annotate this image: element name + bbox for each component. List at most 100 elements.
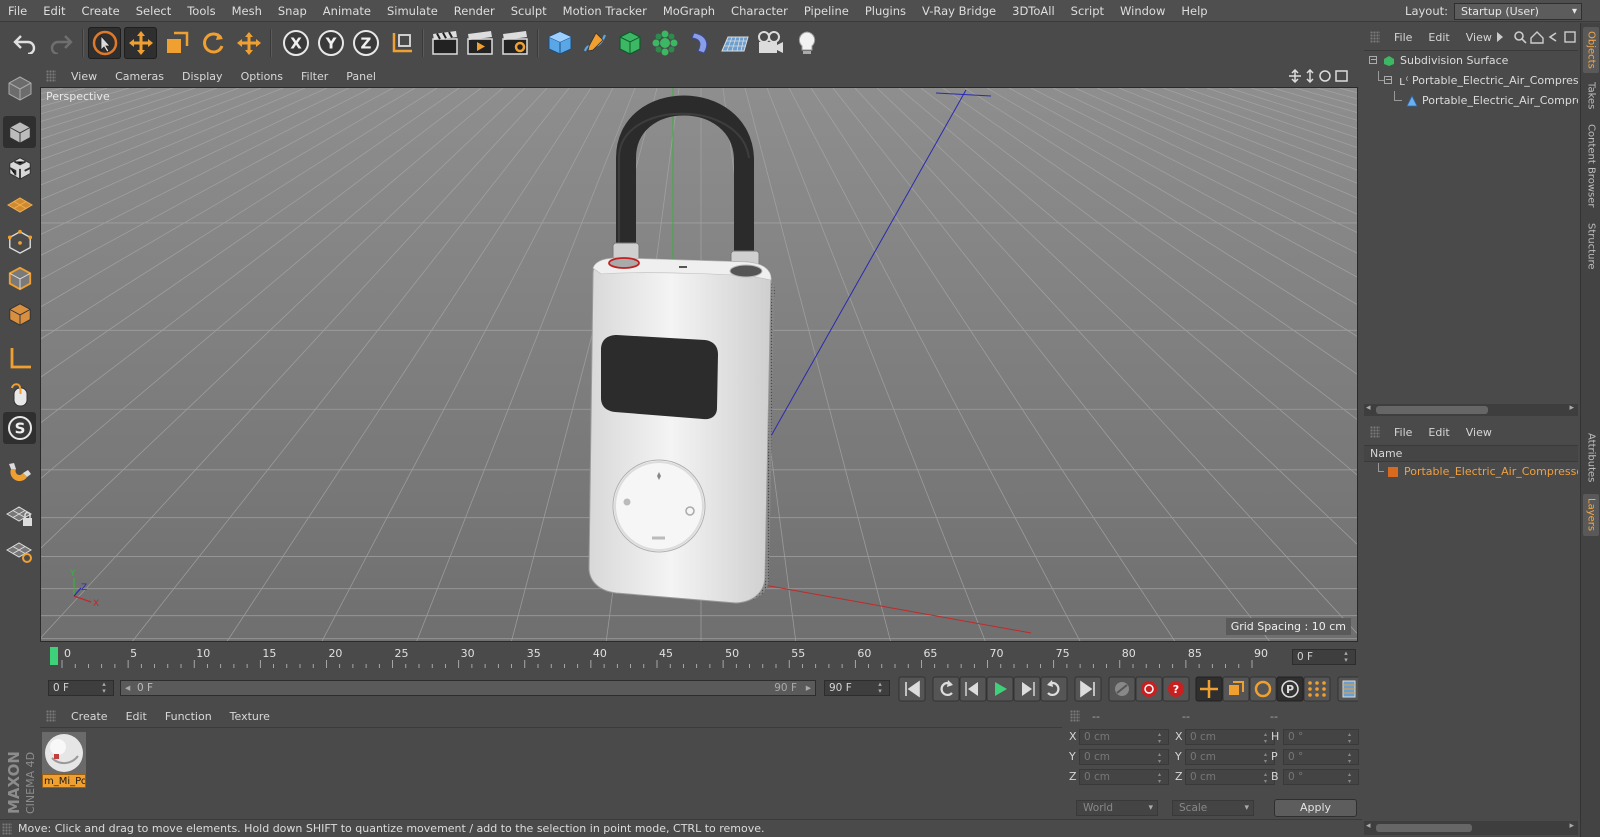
material-swatch[interactable]: m_Mi_Po [42, 732, 86, 788]
layer-column-name[interactable]: Name [1364, 446, 1578, 462]
edges-mode-button[interactable] [3, 262, 36, 294]
material-menu-function[interactable]: Function [156, 710, 221, 723]
redo-button[interactable] [44, 27, 77, 59]
menu-character[interactable]: Character [723, 0, 796, 22]
object-manager-tools[interactable] [1494, 30, 1576, 44]
start-frame-field[interactable]: 0 F [48, 680, 114, 696]
playhead-marker[interactable] [50, 647, 58, 665]
coord-size-z-field[interactable]: 0 cm [1185, 769, 1275, 785]
objects-menu-file[interactable]: File [1386, 31, 1420, 44]
coord-system-dropdown[interactable]: World [1076, 800, 1158, 816]
layer-name[interactable]: Portable_Electric_Air_Compressor [1404, 463, 1578, 481]
render-settings-button[interactable] [498, 27, 531, 59]
side-tab-attributes[interactable]: Attributes [1583, 428, 1599, 488]
subdivision-surface-button[interactable] [613, 27, 646, 59]
current-frame-field[interactable]: 0 F [1292, 649, 1356, 665]
panel-grip[interactable] [2, 822, 12, 835]
polygons-mode-button[interactable] [3, 298, 36, 330]
goto-start-button[interactable] [898, 676, 926, 702]
menu-file[interactable]: File [0, 0, 35, 22]
tweak-mode-button[interactable] [3, 378, 36, 410]
camera-object-button[interactable] [753, 27, 786, 59]
coord-rot-b-field[interactable]: 0 ° [1283, 769, 1359, 785]
snapping-button[interactable] [3, 456, 36, 488]
viewport-menu-options[interactable]: Options [232, 70, 292, 83]
panel-grip[interactable] [1070, 710, 1080, 722]
menu-mograph[interactable]: MoGraph [655, 0, 723, 22]
side-tab-takes[interactable]: Takes [1583, 79, 1599, 113]
coord-pos-x-field[interactable]: 0 cm [1079, 729, 1169, 745]
goto-next-key-button[interactable] [1040, 676, 1068, 702]
keyframe-position-button[interactable] [1195, 676, 1223, 702]
menu-3dtoall[interactable]: 3DToAll [1004, 0, 1063, 22]
collapse-toggle-icon[interactable]: − [1384, 76, 1392, 84]
coord-size-y-field[interactable]: 0 cm [1185, 749, 1275, 765]
menu-render[interactable]: Render [446, 0, 503, 22]
tree-row-subdivision-surface[interactable]: − Subdivision Surface [1364, 51, 1578, 70]
workplane-mode-button[interactable] [3, 188, 36, 220]
coord-mode-dropdown[interactable]: Scale [1172, 800, 1254, 816]
render-to-picture-viewer-button[interactable] [463, 27, 496, 59]
goto-next-frame-button[interactable] [1013, 676, 1041, 702]
model-mode-button[interactable] [3, 116, 36, 148]
points-mode-button[interactable] [3, 226, 36, 258]
record-active-objects-button[interactable] [1135, 676, 1163, 702]
layer-row[interactable]: Portable_Electric_Air_Compressor [1364, 463, 1578, 481]
render-view-button[interactable] [428, 27, 461, 59]
side-tab-objects[interactable]: Objects [1583, 27, 1599, 73]
menu-mesh[interactable]: Mesh [224, 0, 270, 22]
autokeying-button[interactable]: ? [1162, 676, 1190, 702]
menu-window[interactable]: Window [1112, 0, 1173, 22]
goto-previous-frame-button[interactable] [959, 676, 987, 702]
material-menu-texture[interactable]: Texture [221, 710, 279, 723]
y-axis-lock-button[interactable]: Y [314, 27, 347, 59]
move-tool-button[interactable] [124, 27, 157, 59]
viewport-scene[interactable]: Y Z X [41, 88, 1358, 642]
light-object-button[interactable] [790, 27, 823, 59]
layer-manager-scrollbar[interactable]: ◂ ▸ [1364, 821, 1578, 835]
soft-selection-button[interactable]: S [3, 412, 36, 444]
scale-tool-button[interactable] [160, 27, 193, 59]
side-tab-content-browser[interactable]: Content Browser [1583, 119, 1599, 213]
deformer-button[interactable] [683, 27, 716, 59]
menu-sculpt[interactable]: Sculpt [503, 0, 555, 22]
layers-menu-edit[interactable]: Edit [1420, 426, 1457, 439]
layer-color-swatch[interactable] [1388, 467, 1398, 477]
planar-workplane-button[interactable] [3, 534, 36, 566]
menu-edit[interactable]: Edit [35, 0, 73, 22]
tree-row-compressor-mesh[interactable]: Portable_Electric_Air_Compressor [1364, 91, 1578, 110]
panel-grip[interactable] [46, 70, 56, 82]
goto-end-button[interactable] [1074, 676, 1102, 702]
coordinate-system-button[interactable] [385, 27, 418, 59]
menu-script[interactable]: Script [1063, 0, 1112, 22]
viewport-camera-label[interactable]: Perspective [46, 90, 110, 103]
layers-menu-view[interactable]: View [1458, 426, 1500, 439]
end-frame-field[interactable]: 90 F [824, 680, 890, 696]
z-axis-lock-button[interactable]: Z [349, 27, 382, 59]
menu-help[interactable]: Help [1173, 0, 1215, 22]
keyframe-parameter-button[interactable]: P [1276, 676, 1304, 702]
viewport-menu-cameras[interactable]: Cameras [106, 70, 173, 83]
menu-snap[interactable]: Snap [270, 0, 315, 22]
record-motion-button[interactable] [1108, 676, 1136, 702]
add-cube-button[interactable] [543, 27, 576, 59]
menu-vray-bridge[interactable]: V-Ray Bridge [914, 0, 1004, 22]
menu-motion-tracker[interactable]: Motion Tracker [555, 0, 655, 22]
x-axis-lock-button[interactable]: X [279, 27, 312, 59]
keyframe-rotation-button[interactable] [1249, 676, 1277, 702]
make-editable-button[interactable] [3, 72, 36, 104]
menu-animate[interactable]: Animate [315, 0, 379, 22]
scrollbar-thumb[interactable] [1376, 824, 1472, 832]
side-tab-layers[interactable]: Layers [1583, 494, 1599, 536]
rotate-tool-button[interactable] [196, 27, 229, 59]
mograph-cloner-button[interactable] [648, 27, 681, 59]
material-name-label[interactable]: m_Mi_Po [42, 774, 86, 788]
scrollbar-thumb[interactable] [1376, 406, 1488, 414]
coord-size-x-field[interactable]: 0 cm [1185, 729, 1275, 745]
menu-tools[interactable]: Tools [179, 0, 223, 22]
play-forwards-button[interactable] [986, 676, 1014, 702]
lock-workplane-button[interactable] [3, 498, 36, 530]
layer-manager-list[interactable]: Name Portable_Electric_Air_Compressor [1364, 445, 1578, 817]
menu-create[interactable]: Create [74, 0, 128, 22]
viewport-menu-display[interactable]: Display [173, 70, 232, 83]
